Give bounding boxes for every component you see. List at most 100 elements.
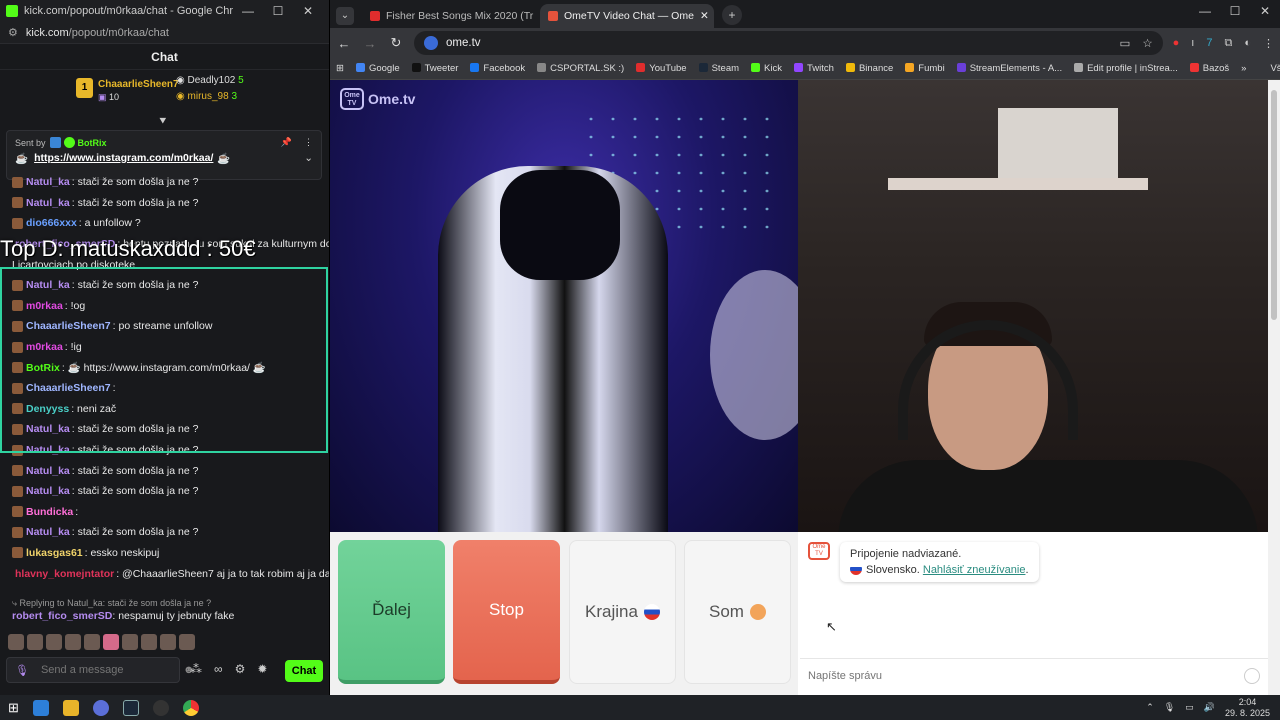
bookmark-item[interactable]: YouTube	[636, 63, 687, 74]
bookmark-item[interactable]: Tweeter	[411, 63, 458, 74]
all-bookmarks-folder[interactable]: Všetky záložky	[1270, 63, 1280, 74]
chat-username[interactable]: ChaaarlieSheen7	[26, 316, 111, 336]
reply-user[interactable]: robert_fico_smerSD	[12, 610, 112, 622]
windows-start-icon[interactable]: ⊞	[8, 700, 19, 716]
mic-tray-icon[interactable]: 🎙	[1164, 702, 1175, 713]
chat-username[interactable]: Natul_ka	[26, 419, 70, 439]
puzzle-icon[interactable]: ⧉	[1224, 37, 1232, 50]
app-icon-1[interactable]	[32, 699, 49, 716]
tab-search-icon[interactable]: ⌄	[336, 7, 354, 25]
extension-7tv-icon[interactable]: 7	[1206, 37, 1212, 50]
emote[interactable]	[160, 634, 176, 650]
bookmark-item[interactable]: Bazoš	[1189, 63, 1229, 74]
bookmarks-overflow-icon[interactable]: »	[1241, 63, 1246, 74]
settings-gear-icon[interactable]: ⚙	[235, 662, 246, 676]
extension-icon[interactable]: ı	[1191, 37, 1194, 50]
chat-username[interactable]: BotRix	[26, 358, 60, 378]
bookmark-item[interactable]: Twitch	[794, 63, 834, 74]
site-info-icon[interactable]	[424, 36, 438, 50]
app-icon-5[interactable]	[152, 699, 169, 716]
app-icon-3[interactable]	[92, 699, 109, 716]
bookmark-item[interactable]: Kick	[751, 63, 782, 74]
top-gifter-2-name[interactable]: Deadly102	[188, 75, 236, 86]
site-info-icon[interactable]: ⚙	[8, 26, 18, 39]
tray-chevron-icon[interactable]: ⌃	[1146, 702, 1154, 713]
tab-close-icon[interactable]: ✕	[694, 10, 709, 22]
network-icon[interactable]: ▭	[1185, 702, 1194, 713]
chat-username[interactable]: m0rkaa	[26, 296, 63, 316]
emote[interactable]	[84, 634, 100, 650]
mic-icon[interactable]: 🎙	[15, 664, 29, 677]
chat-username[interactable]: Bundicka	[26, 502, 73, 522]
report-abuse-link[interactable]: Nahlásiť zneužívanie	[923, 564, 1026, 576]
emote[interactable]	[8, 634, 24, 650]
chat-username[interactable]: Natul_ka	[26, 440, 70, 460]
clock[interactable]: 2:04 29. 8. 2025	[1225, 697, 1270, 719]
message-input[interactable]	[40, 664, 183, 676]
back-icon[interactable]: ←	[336, 36, 352, 51]
tab-ometv[interactable]: OmeTV Video Chat — Ome ✕	[540, 4, 714, 28]
chat-username[interactable]: ChaaarlieSheen7	[26, 378, 111, 398]
cast-icon[interactable]: ▭	[1119, 36, 1130, 50]
stop-button[interactable]: Stop	[453, 540, 560, 684]
volume-icon[interactable]: 🔊	[1204, 702, 1215, 713]
message-input-box[interactable]: 🎙 ☻	[6, 657, 195, 683]
reload-icon[interactable]: ↻	[388, 35, 404, 51]
emote[interactable]	[103, 634, 119, 650]
emote[interactable]	[27, 634, 43, 650]
chat-username[interactable]: Natul_ka	[26, 172, 70, 192]
more-icon[interactable]: ⋮	[304, 137, 313, 148]
new-tab-icon[interactable]: +	[722, 5, 742, 25]
maximize-icon[interactable]: ☐	[263, 4, 293, 18]
bookmark-item[interactable]: Fumbi	[905, 63, 945, 74]
collapse-arrow-icon[interactable]: ⯆	[158, 114, 168, 129]
next-button[interactable]: Ďalej	[338, 540, 445, 684]
tab-youtube[interactable]: Fisher Best Songs Mix 2020 (Tr ✕	[362, 4, 536, 28]
emote[interactable]	[46, 634, 62, 650]
page-scrollbar[interactable]	[1268, 80, 1280, 695]
bookmark-item[interactable]: Facebook	[470, 63, 525, 74]
chat-username[interactable]: lukasgas61	[26, 543, 83, 563]
menu-dots-icon[interactable]: ⋮	[1263, 37, 1274, 50]
bookmark-item[interactable]: CSPORTAL.SK :)	[537, 63, 624, 74]
top-gifter-1-name[interactable]: ChaaarlieSheen7	[98, 79, 179, 90]
chat-username[interactable]: Natul_ka	[26, 461, 70, 481]
bookmark-item[interactable]: Steam	[698, 63, 739, 74]
chat-username[interactable]: Natul_ka	[26, 193, 70, 213]
chat-username[interactable]: Natul_ka	[26, 481, 70, 501]
file-explorer-icon[interactable]	[62, 699, 79, 716]
chat-username[interactable]: Natul_ka	[26, 275, 70, 295]
ometv-message-box[interactable]	[800, 658, 1268, 692]
pinned-sender[interactable]: BotRix	[78, 138, 107, 148]
emote[interactable]	[65, 634, 81, 650]
bookmark-item[interactable]: Binance	[845, 63, 893, 74]
chat-username[interactable]: hlavny_komejntator	[15, 564, 114, 584]
scrollbar-thumb[interactable]	[1271, 90, 1277, 320]
forward-icon[interactable]: →	[362, 36, 378, 51]
minimize-icon[interactable]: —	[1190, 4, 1220, 18]
bookmark-item[interactable]: StreamElements - A...	[956, 63, 1062, 74]
chat-username[interactable]: Denyyss	[26, 399, 69, 419]
tab-close-icon[interactable]: ✕	[533, 10, 536, 22]
country-button[interactable]: Krajina	[569, 540, 676, 684]
emote[interactable]	[122, 634, 138, 650]
expand-chevron-icon[interactable]: ⌄	[304, 152, 313, 165]
chat-username[interactable]: Natul_ka	[26, 522, 70, 542]
chat-send-button[interactable]: Chat	[285, 660, 323, 682]
ometv-message-input[interactable]	[808, 669, 1244, 682]
emote[interactable]	[179, 634, 195, 650]
bookmark-item[interactable]: Edit profile | inStrea...	[1074, 63, 1178, 74]
star-icon[interactable]: ☆	[1142, 36, 1152, 50]
gender-button[interactable]: Som	[684, 540, 791, 684]
chat-username[interactable]: m0rkaa	[26, 337, 63, 357]
profile-avatar-icon[interactable]: ◐	[1244, 37, 1251, 50]
kick-url-bar[interactable]: ⚙ kick.com/popout/m0rkaa/chat	[0, 22, 329, 44]
chat-username[interactable]: dio666xxx	[26, 213, 77, 233]
chrome-taskbar-icon[interactable]	[182, 699, 199, 716]
apps-grid-icon[interactable]: ⊞	[336, 63, 344, 74]
pin-icon[interactable]: 📌	[281, 137, 292, 148]
points-icon[interactable]: ⁂	[190, 662, 202, 676]
close-icon[interactable]: ✕	[1250, 4, 1280, 18]
minimize-icon[interactable]: —	[233, 4, 263, 18]
top-gifter-3-name[interactable]: mirus_98	[188, 91, 229, 102]
